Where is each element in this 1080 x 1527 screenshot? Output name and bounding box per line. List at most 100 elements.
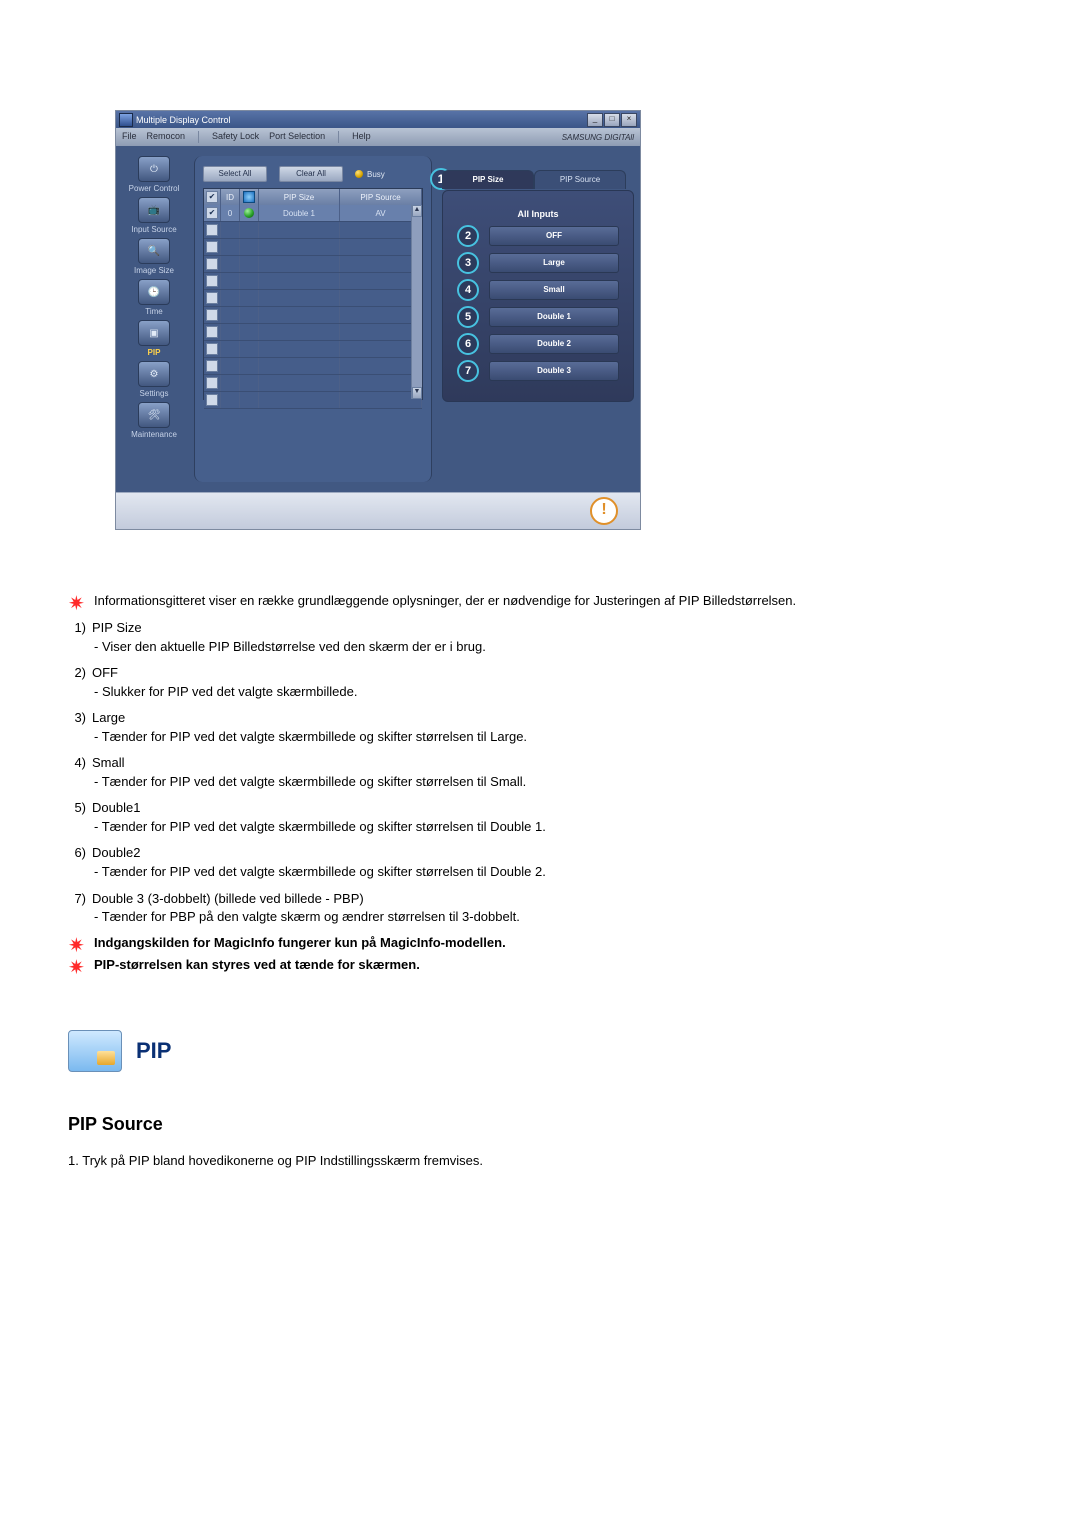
table-row[interactable]: [204, 256, 422, 273]
pip-option-double2[interactable]: 6 Double 2: [457, 333, 619, 355]
cell-pipsize: Double 1: [259, 205, 340, 221]
list-title: Small: [92, 754, 125, 772]
display-grid: ID PIP Size PIP Source 0 Double 1 AV: [203, 188, 423, 400]
callout-5: 5: [457, 306, 479, 328]
option-button-double2[interactable]: Double 2: [489, 334, 619, 354]
option-button-small[interactable]: Small: [489, 280, 619, 300]
tab-pip-size[interactable]: PIP Size: [442, 170, 534, 189]
header-checkbox[interactable]: [206, 191, 218, 203]
callout-3: 3: [457, 252, 479, 274]
titlebar: Multiple Display Control _ □ ×: [116, 111, 640, 128]
col-id[interactable]: ID: [221, 189, 240, 205]
list-number: 2): [68, 664, 86, 682]
row-checkbox[interactable]: [206, 326, 218, 338]
table-row[interactable]: [204, 358, 422, 375]
table-row[interactable]: [204, 222, 422, 239]
table-row[interactable]: [204, 239, 422, 256]
pip-logo-icon: [68, 1030, 122, 1072]
intro-text: Informationsgitteret viser en række grun…: [94, 592, 796, 610]
imagesize-icon: 🔍: [138, 238, 170, 264]
row-checkbox[interactable]: [206, 207, 218, 219]
option-button-double3[interactable]: Double 3: [489, 361, 619, 381]
sidebar-item-maintenance[interactable]: 🛠 Maintenance: [121, 402, 187, 443]
list-title: Large: [92, 709, 125, 727]
sidebar-item-input[interactable]: 📺 Input Source: [121, 197, 187, 238]
maintenance-icon: 🛠: [138, 402, 170, 428]
right-panel: 1 PIP Size PIP Source All Inputs 2 OFF 3…: [436, 146, 640, 492]
col-pipsource[interactable]: PIP Source: [340, 189, 422, 205]
pip-option-small[interactable]: 4 Small: [457, 279, 619, 301]
scroll-up-icon[interactable]: ▲: [412, 205, 422, 217]
pip-icon: ▣: [138, 320, 170, 346]
pip-option-double1[interactable]: 5 Double 1: [457, 306, 619, 328]
list-title: OFF: [92, 664, 118, 682]
sidebar-item-label: Power Control: [121, 184, 187, 193]
table-row[interactable]: [204, 273, 422, 290]
list-number: 6): [68, 844, 86, 862]
app-window: Multiple Display Control _ □ × File Remo…: [115, 110, 641, 530]
grid-scrollbar[interactable]: ▲ ▼: [411, 205, 422, 399]
section-heading-pip-source: PIP Source: [68, 1114, 1080, 1135]
sidebar-item-power[interactable]: ⏻ Power Control: [121, 156, 187, 197]
table-row[interactable]: [204, 290, 422, 307]
option-button-double1[interactable]: Double 1: [489, 307, 619, 327]
table-row[interactable]: [204, 392, 422, 409]
cell-pipsource: AV: [340, 205, 422, 221]
menu-help[interactable]: Help: [352, 131, 371, 143]
row-checkbox[interactable]: [206, 241, 218, 253]
maximize-button[interactable]: □: [604, 113, 620, 127]
pip-option-large[interactable]: 3 Large: [457, 252, 619, 274]
option-button-large[interactable]: Large: [489, 253, 619, 273]
pip-size-options: All Inputs 2 OFF 3 Large 4 Small: [442, 190, 634, 402]
tab-pip-source[interactable]: PIP Source: [534, 170, 626, 189]
pip-option-double3[interactable]: 7 Double 3: [457, 360, 619, 382]
menu-safetylock[interactable]: Safety Lock: [212, 131, 259, 143]
brand-label: SAMSUNG DIGITAll: [562, 133, 634, 142]
table-row[interactable]: 0 Double 1 AV: [204, 205, 422, 222]
option-button-off[interactable]: OFF: [489, 226, 619, 246]
sidebar-item-label: Image Size: [121, 266, 187, 275]
sidebar: ⏻ Power Control 📺 Input Source 🔍 Image S…: [116, 146, 192, 492]
window-controls: _ □ ×: [587, 113, 637, 127]
sidebar-item-imagesize[interactable]: 🔍 Image Size: [121, 238, 187, 279]
scroll-down-icon[interactable]: ▼: [412, 387, 422, 399]
settings-icon: ⚙: [138, 361, 170, 387]
clear-all-button[interactable]: Clear All: [279, 166, 343, 182]
row-checkbox[interactable]: [206, 343, 218, 355]
sidebar-item-label: PIP: [121, 348, 187, 357]
col-pipsize[interactable]: PIP Size: [259, 189, 340, 205]
menu-remocon[interactable]: Remocon: [147, 131, 186, 143]
menu-portselection[interactable]: Port Selection: [269, 131, 325, 143]
sidebar-item-pip[interactable]: ▣ PIP: [121, 320, 187, 361]
list-title: Double2: [92, 844, 140, 862]
table-row[interactable]: [204, 324, 422, 341]
menubar: File Remocon Safety Lock Port Selection …: [116, 128, 640, 146]
cell-id: 0: [221, 205, 240, 221]
list-desc: - Slukker for PIP ved det valgte skærmbi…: [94, 683, 960, 701]
row-checkbox[interactable]: [206, 292, 218, 304]
pip-option-off[interactable]: 2 OFF: [457, 225, 619, 247]
sidebar-item-settings[interactable]: ⚙ Settings: [121, 361, 187, 402]
table-row[interactable]: [204, 341, 422, 358]
row-checkbox[interactable]: [206, 309, 218, 321]
statusbar: !: [116, 492, 640, 529]
sidebar-item-label: Maintenance: [121, 430, 187, 439]
row-checkbox[interactable]: [206, 224, 218, 236]
list-number: 1): [68, 619, 86, 637]
list-title: Double 3 (3-dobbelt) (billede ved billed…: [92, 890, 364, 908]
row-checkbox[interactable]: [206, 258, 218, 270]
select-all-button[interactable]: Select All: [203, 166, 267, 182]
row-checkbox[interactable]: [206, 377, 218, 389]
row-checkbox[interactable]: [206, 275, 218, 287]
table-row[interactable]: [204, 375, 422, 392]
close-button[interactable]: ×: [621, 113, 637, 127]
row-checkbox[interactable]: [206, 360, 218, 372]
menu-file[interactable]: File: [122, 131, 137, 143]
star-icon: ✷: [68, 956, 84, 974]
busy-dot-icon: [355, 170, 363, 178]
minimize-button[interactable]: _: [587, 113, 603, 127]
table-row[interactable]: [204, 307, 422, 324]
sidebar-item-time[interactable]: 🕒 Time: [121, 279, 187, 320]
row-checkbox[interactable]: [206, 394, 218, 406]
list-number: 7): [68, 890, 86, 908]
